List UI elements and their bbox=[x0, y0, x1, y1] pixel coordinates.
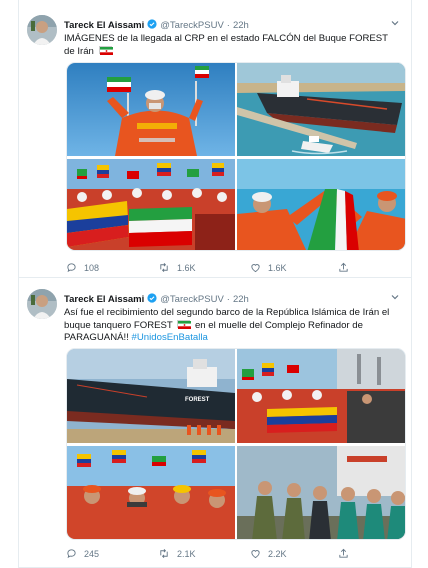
retweet-count: 2.1K bbox=[177, 548, 196, 559]
tweet-text: IMÁGENES de la llegada al CRP en el esta… bbox=[64, 33, 398, 58]
verified-badge-icon bbox=[147, 18, 157, 32]
like-button[interactable]: 2.2K bbox=[250, 548, 287, 559]
media-grid bbox=[66, 62, 406, 251]
photo-workers-holding-flag[interactable] bbox=[237, 159, 405, 250]
reply-button[interactable]: 245 bbox=[66, 548, 99, 559]
share-button[interactable] bbox=[338, 262, 356, 273]
separator-dot: · bbox=[226, 19, 230, 31]
like-icon bbox=[251, 550, 260, 559]
ship-name-label: FOREST bbox=[185, 397, 210, 403]
author-name[interactable]: Tareck El Aissami bbox=[64, 20, 144, 31]
reply-button[interactable]: 108 bbox=[66, 262, 99, 273]
avatar[interactable] bbox=[27, 15, 57, 45]
photo-officials-on-deck[interactable] bbox=[237, 446, 405, 539]
timestamp[interactable]: 22h bbox=[233, 20, 249, 31]
chevron-down-icon[interactable] bbox=[390, 18, 400, 31]
tweet-header: Tareck El Aissami @TareckPSUV · 22h bbox=[64, 17, 400, 33]
retweet-button[interactable]: 1.6K bbox=[158, 262, 196, 273]
author-handle[interactable]: @TareckPSUV bbox=[160, 294, 224, 305]
tweet-text: Así fue el recibimiento del segundo barc… bbox=[64, 307, 406, 345]
iran-flag-icon bbox=[177, 319, 192, 329]
like-button[interactable]: 1.6K bbox=[250, 262, 287, 273]
tweet-text-body: IMÁGENES de la llegada al CRP en el esta… bbox=[64, 33, 388, 57]
photo-tanker-at-dock[interactable] bbox=[237, 63, 405, 156]
timestamp[interactable]: 22h bbox=[233, 294, 249, 305]
media-grid: FOREST bbox=[66, 348, 406, 540]
like-count: 1.6K bbox=[268, 262, 287, 273]
retweet-icon bbox=[160, 549, 168, 558]
like-count: 2.2K bbox=[268, 548, 287, 559]
reply-count: 245 bbox=[84, 548, 100, 559]
iran-flag-icon bbox=[98, 45, 113, 55]
photo-workers-celebrating[interactable] bbox=[67, 446, 235, 539]
author-name[interactable]: Tareck El Aissami bbox=[64, 294, 144, 305]
tweet-header: Tareck El Aissami @TareckPSUV · 22h bbox=[64, 291, 400, 307]
share-icon bbox=[339, 548, 348, 558]
verified-badge-icon bbox=[147, 292, 157, 306]
separator-dot: · bbox=[226, 293, 230, 305]
chevron-down-icon[interactable] bbox=[390, 292, 400, 305]
like-icon bbox=[251, 264, 260, 273]
reply-count: 108 bbox=[84, 262, 100, 273]
avatar[interactable] bbox=[27, 289, 57, 319]
tweet-actions: 245 2.1K 2.2K bbox=[66, 548, 386, 562]
tweet-1[interactable]: Tareck El Aissami @TareckPSUV · 22h IMÁG… bbox=[0, 0, 428, 285]
tweet-2[interactable]: Tareck El Aissami @TareckPSUV · 22h Así … bbox=[0, 277, 428, 568]
share-button[interactable] bbox=[338, 548, 356, 559]
photo-tanker-forest-hull[interactable]: FOREST bbox=[67, 349, 235, 443]
reply-icon bbox=[67, 549, 76, 559]
reply-icon bbox=[67, 263, 76, 273]
retweet-icon bbox=[160, 263, 168, 272]
retweet-count: 1.6K bbox=[177, 262, 196, 273]
photo-worker-waving-flags[interactable] bbox=[67, 63, 235, 156]
photo-crowd-with-banner[interactable] bbox=[237, 349, 405, 443]
hashtag-link[interactable]: #UnidosEnBatalla bbox=[132, 332, 208, 343]
photo-crowd-with-flags[interactable] bbox=[67, 159, 235, 250]
share-icon bbox=[339, 262, 348, 272]
author-handle[interactable]: @TareckPSUV bbox=[160, 20, 224, 31]
tweet-actions: 108 1.6K 1.6K bbox=[66, 262, 386, 276]
retweet-button[interactable]: 2.1K bbox=[158, 548, 196, 559]
